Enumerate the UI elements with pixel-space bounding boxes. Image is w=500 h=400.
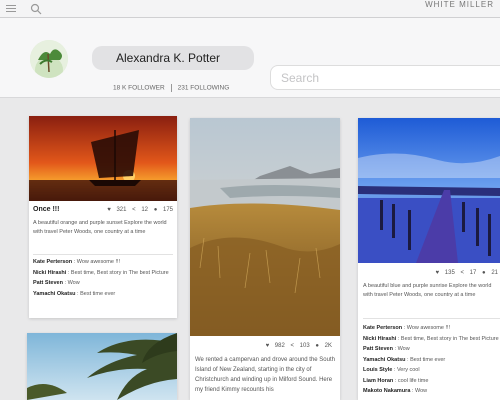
share-icon[interactable]: <: [132, 207, 136, 213]
comment-user[interactable]: Nicki Hirashi: [363, 336, 396, 342]
post-card[interactable]: [27, 333, 177, 400]
share-count: 17: [469, 270, 477, 276]
comment-user[interactable]: Liam Horan: [363, 378, 393, 384]
comment-text: Best time ever: [410, 356, 446, 363]
comment-user[interactable]: Louis Style: [363, 367, 392, 373]
comment-user[interactable]: Kate Perterson: [33, 259, 72, 265]
profile-name: Alexandra K. Potter: [92, 46, 254, 70]
divider: [363, 318, 500, 319]
post-stats: ♥ 135 < 17 ● 21: [432, 270, 498, 276]
comment-text: Wow awesome !!!: [76, 259, 121, 265]
brand-text: WHITE MILLER: [425, 0, 494, 9]
post-image[interactable]: [29, 116, 177, 201]
comment-user[interactable]: Yamachi Okatsu: [363, 357, 406, 363]
post-stats: ♥ 321 < 12 ● 175: [103, 207, 173, 213]
menu-icon[interactable]: [6, 5, 16, 13]
like-count: 135: [444, 270, 455, 276]
comment-item: Yamachi Okatsu : Best time ever: [363, 356, 446, 363]
follower-count[interactable]: 18 K FOLLOWER: [113, 85, 165, 92]
post-title: Once !!!: [33, 206, 60, 213]
comment-item: Nicki Hirashi : Best time, Best story in…: [33, 269, 169, 276]
post-card[interactable]: ♥ 982 < 103 ● 2K We rented a campervan a…: [190, 118, 340, 400]
comment-text: Wow: [397, 346, 410, 352]
comment-text: Wow: [67, 280, 80, 286]
heart-icon[interactable]: ♥: [107, 207, 111, 213]
comment-item: Liam Horan : cool life time: [363, 377, 429, 384]
share-icon[interactable]: <: [290, 343, 294, 349]
comment-list: Kate Perterson : Wow awesome !!! Nicki H…: [33, 258, 173, 300]
share-count: 103: [299, 343, 310, 349]
comment-text: cool life time: [397, 377, 429, 384]
comment-list: Kate Perterson : Wow awesome !!! Nicki H…: [363, 324, 500, 398]
post-image[interactable]: [358, 118, 500, 263]
search-icon[interactable]: [30, 3, 42, 15]
share-count: 12: [141, 207, 149, 213]
avatar[interactable]: [30, 40, 68, 78]
post-card[interactable]: ♥ 135 < 17 ● 21 A beautiful blue and pur…: [358, 118, 500, 400]
comment-item: Louis Style : Very cool: [363, 367, 420, 373]
comment-text: Best time ever: [80, 290, 116, 297]
divider: [33, 254, 173, 255]
post-description: A beautiful blue and purple sunrise Expl…: [363, 283, 492, 298]
top-bar: WHITE MILLER: [0, 0, 500, 18]
comment-user[interactable]: Patt Steven: [33, 280, 63, 286]
search-input[interactable]: Search: [270, 65, 500, 90]
comment-item: Patt Steven : Wow: [33, 280, 80, 286]
comment-user[interactable]: Makoto Nakamura: [363, 388, 410, 394]
comment-item: Kate Perterson : Wow awesome !!!: [33, 259, 121, 265]
comment-user[interactable]: Yamachi Okatsu: [33, 291, 76, 297]
comment-count: 175: [162, 207, 173, 213]
heart-icon[interactable]: ♥: [436, 270, 440, 276]
like-count: 982: [274, 343, 285, 349]
comment-item: Yamachi Okatsu : Best time ever: [33, 290, 116, 297]
comment-item: Nicki Hirashi : Best time, Best story in…: [363, 335, 499, 342]
profile-header: Alexandra K. Potter 18 K FOLLOWER 231 FOL…: [0, 18, 500, 98]
comment-icon[interactable]: ●: [154, 207, 158, 213]
comment-text: Best time, Best story in The best Pictur…: [400, 335, 499, 342]
like-count: 321: [116, 207, 127, 213]
comment-item: Makoto Nakamura : Wow: [363, 388, 428, 394]
comment-text: Wow awesome !!!: [406, 325, 451, 331]
comment-icon[interactable]: ●: [482, 270, 486, 276]
comment-icon[interactable]: ●: [315, 343, 319, 349]
stats-divider: [170, 84, 172, 92]
comment-count: 21: [491, 270, 498, 276]
post-image[interactable]: [27, 333, 177, 400]
following-count[interactable]: 231 FOLLOWING: [178, 85, 230, 92]
profile-stats: 18 K FOLLOWER 231 FOLLOWING: [113, 84, 229, 92]
post-card[interactable]: ♥ 321 < 12 ● 175 Once !!! A beautiful or…: [29, 116, 177, 318]
comment-item: Patt Steven : Wow: [363, 346, 410, 352]
comment-item: Kate Perterson : Wow awesome !!!: [363, 325, 451, 331]
post-image[interactable]: [190, 118, 340, 336]
post-stats: ♥ 982 < 103 ● 2K: [262, 343, 332, 349]
comment-text: Best time, Best story in The best Pictur…: [70, 269, 169, 276]
comment-text: Wow: [414, 388, 428, 394]
heart-icon[interactable]: ♥: [266, 343, 270, 349]
comment-user[interactable]: Patt Steven: [363, 346, 393, 352]
comment-user[interactable]: Nicki Hirashi: [33, 270, 66, 276]
share-icon[interactable]: <: [460, 270, 464, 276]
post-description: We rented a campervan and drove around t…: [195, 357, 335, 393]
comment-text: Very cool: [396, 367, 420, 373]
post-description: A beautiful orange and purple sunset Exp…: [33, 220, 167, 235]
comment-count: 2K: [324, 343, 332, 349]
comment-user[interactable]: Kate Perterson: [363, 325, 402, 331]
